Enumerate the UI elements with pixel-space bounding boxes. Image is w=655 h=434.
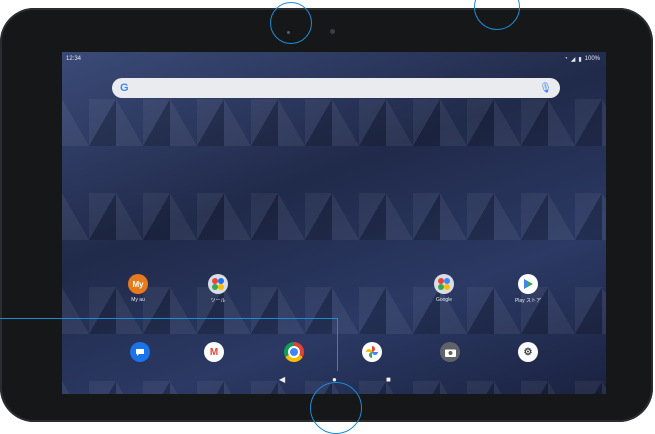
google-folder-icon — [434, 274, 454, 294]
recents-button[interactable]: ■ — [386, 376, 391, 384]
status-bar: 12:34 ◔ ◢ ▮ 100% — [66, 54, 600, 64]
google-search-bar[interactable]: G 🎙 — [112, 78, 560, 98]
tools-folder-icon — [208, 274, 228, 294]
my-au-icon: My — [128, 274, 148, 294]
mic-icon[interactable]: 🎙 — [539, 83, 552, 94]
battery-icon: ▮ — [578, 56, 582, 63]
signal-icon: ◢ — [570, 56, 576, 63]
app-label: Google — [435, 297, 453, 303]
app-label: Play ストア — [514, 298, 542, 304]
callout-circle-bottom — [310, 382, 362, 434]
callout-circle-sensor — [270, 2, 312, 44]
back-button[interactable]: ◀ — [279, 376, 285, 384]
app-google-folder[interactable]: Google — [424, 274, 464, 303]
status-time: 12:34 — [66, 56, 82, 62]
photos-icon[interactable] — [362, 342, 382, 362]
camera-icon[interactable] — [440, 342, 460, 362]
play-store-icon — [518, 274, 538, 294]
app-play-store[interactable]: Play ストア — [508, 274, 548, 304]
app-my-au[interactable]: My My au — [118, 274, 158, 303]
callout-line — [0, 318, 338, 371]
google-logo-icon: G — [120, 82, 129, 94]
app-label: ツール — [210, 298, 226, 304]
app-label: My au — [131, 297, 145, 303]
wifi-icon: ◔ — [564, 56, 568, 62]
front-camera — [330, 29, 335, 34]
settings-icon[interactable]: ⚙ — [518, 342, 538, 362]
status-icons: ◔ ◢ ▮ 100% — [564, 56, 600, 63]
app-tools-folder[interactable]: ツール — [198, 274, 238, 304]
battery-level: 100% — [584, 56, 600, 62]
